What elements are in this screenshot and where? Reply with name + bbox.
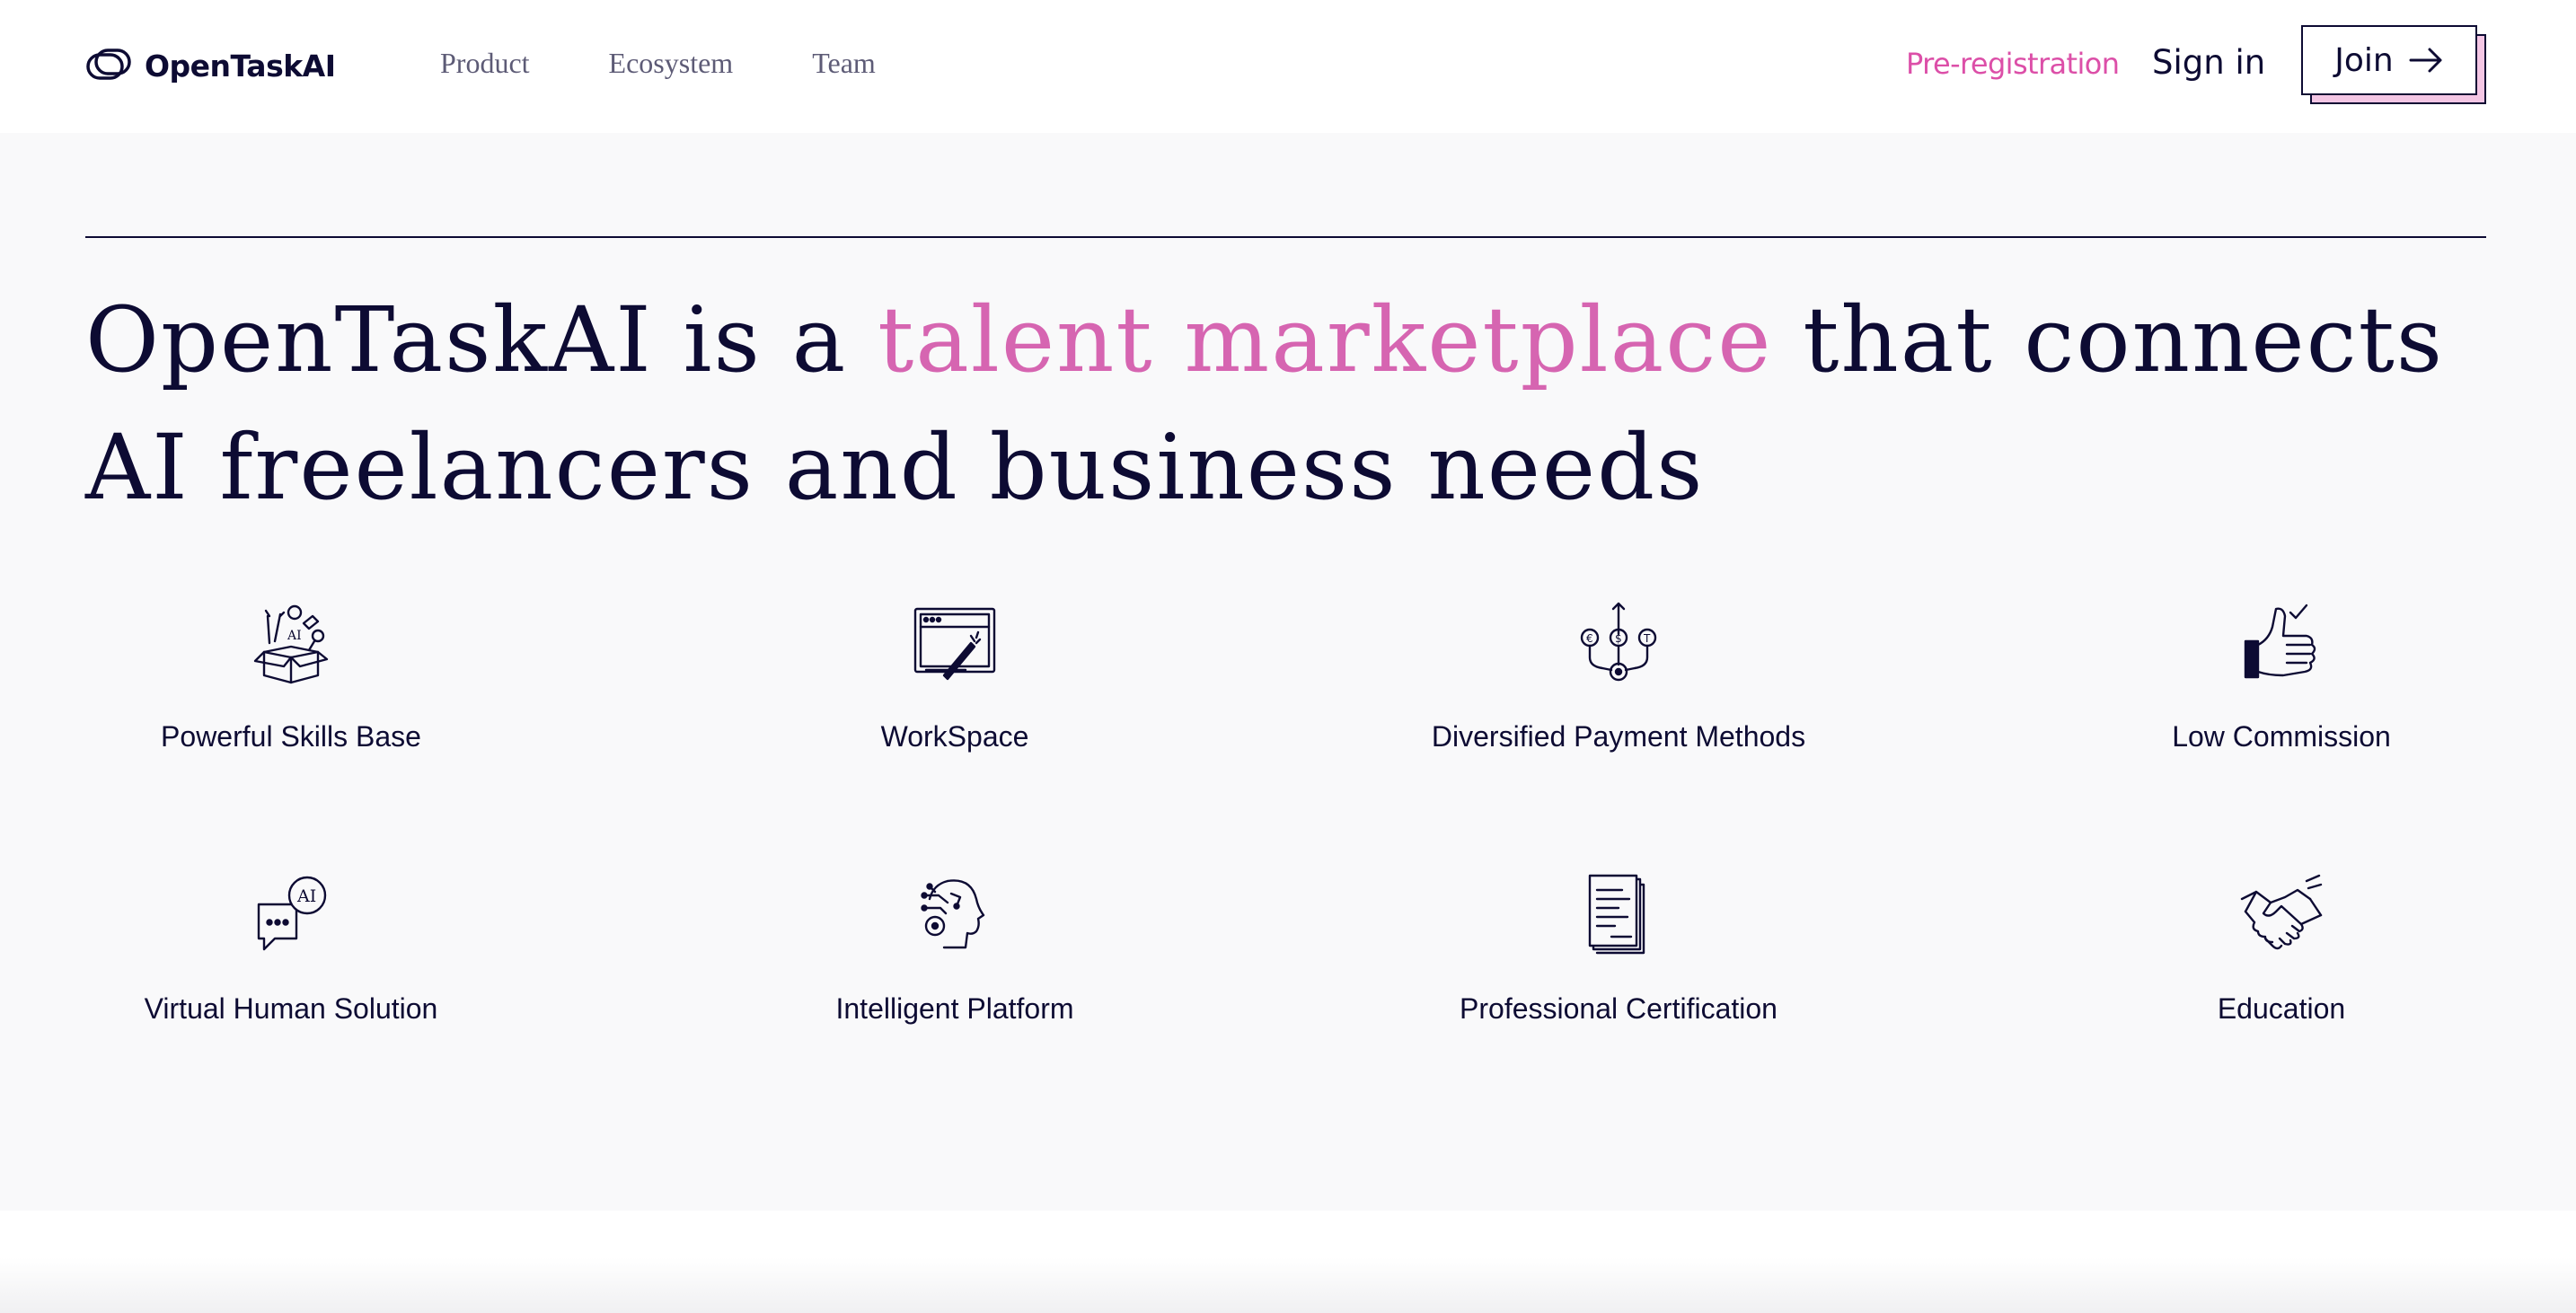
feature-label: Low Commission bbox=[2172, 720, 2391, 753]
ai-head-icon bbox=[921, 879, 985, 949]
skills-box-icon: AI bbox=[253, 604, 329, 684]
feature-label: WorkSpace bbox=[880, 720, 1029, 753]
feature-professional-certification: Professional Certification bbox=[1349, 872, 1888, 1026]
handshake-icon bbox=[2240, 874, 2323, 950]
sign-in-link[interactable]: Sign in bbox=[2152, 43, 2265, 82]
feature-label: Powerful Skills Base bbox=[161, 720, 421, 753]
main-nav: Product Ecosystem Team bbox=[440, 47, 955, 80]
pre-registration-link[interactable]: Pre-registration bbox=[1906, 47, 2120, 81]
svg-text:€: € bbox=[1586, 632, 1593, 645]
hero-headline-lead: OpenTaskAI is a bbox=[85, 287, 878, 392]
feature-low-commission: Low Commission bbox=[2012, 600, 2551, 753]
svg-text:$: $ bbox=[1615, 632, 1622, 645]
feature-education: Education bbox=[2012, 872, 2551, 1026]
hero-divider bbox=[85, 236, 2486, 238]
hero-section: OpenTaskAI is a talent marketplace that … bbox=[0, 133, 2576, 1211]
hero-headline: OpenTaskAI is a talent marketplace that … bbox=[85, 277, 2528, 532]
brand-name: OpenTaskAI bbox=[145, 48, 336, 84]
nav-team[interactable]: Team bbox=[812, 47, 876, 80]
feature-workspace: WorkSpace bbox=[685, 600, 1224, 753]
hero-headline-accent: talent marketplace bbox=[878, 287, 1773, 392]
brand-logo[interactable]: OpenTaskAI bbox=[85, 45, 336, 86]
arrow-right-icon bbox=[2409, 48, 2442, 73]
join-button-wrapper: Join bbox=[2301, 25, 2486, 104]
document-stack-icon bbox=[1588, 874, 1645, 955]
join-button-label: Join bbox=[2334, 41, 2394, 79]
feature-label: Intelligent Platform bbox=[835, 992, 1074, 1025]
feature-label: Education bbox=[2217, 992, 2346, 1025]
brand-logo-icon bbox=[86, 48, 131, 80]
feature-intelligent-platform: Intelligent Platform bbox=[685, 872, 1224, 1026]
feature-label: Diversified Payment Methods bbox=[1431, 720, 1806, 753]
ai-chat-bubble-icon: AI bbox=[257, 876, 327, 951]
payment-currencies-icon: € $ T bbox=[1580, 602, 1657, 682]
feature-diversified-payment-methods: € $ T Diversified Payment Methods bbox=[1349, 600, 1888, 753]
feature-label: Professional Certification bbox=[1460, 992, 1778, 1025]
next-section-edge bbox=[0, 1257, 2576, 1313]
svg-text:AI: AI bbox=[287, 629, 302, 643]
top-navigation-bar: OpenTaskAI Product Ecosystem Team Pre-re… bbox=[0, 0, 2576, 133]
nav-product[interactable]: Product bbox=[440, 47, 530, 80]
thumbs-up-icon bbox=[2244, 604, 2316, 679]
workspace-window-icon bbox=[913, 607, 996, 681]
feature-label: Virtual Human Solution bbox=[144, 992, 438, 1025]
svg-text:T: T bbox=[1643, 632, 1651, 645]
nav-ecosystem[interactable]: Ecosystem bbox=[609, 47, 734, 80]
join-button[interactable]: Join bbox=[2301, 25, 2477, 95]
feature-virtual-human-solution: AI Virtual Human Solution bbox=[22, 872, 560, 1026]
feature-powerful-skills-base: AI Powerful Skills Base bbox=[22, 600, 560, 753]
svg-text:AI: AI bbox=[296, 886, 316, 906]
